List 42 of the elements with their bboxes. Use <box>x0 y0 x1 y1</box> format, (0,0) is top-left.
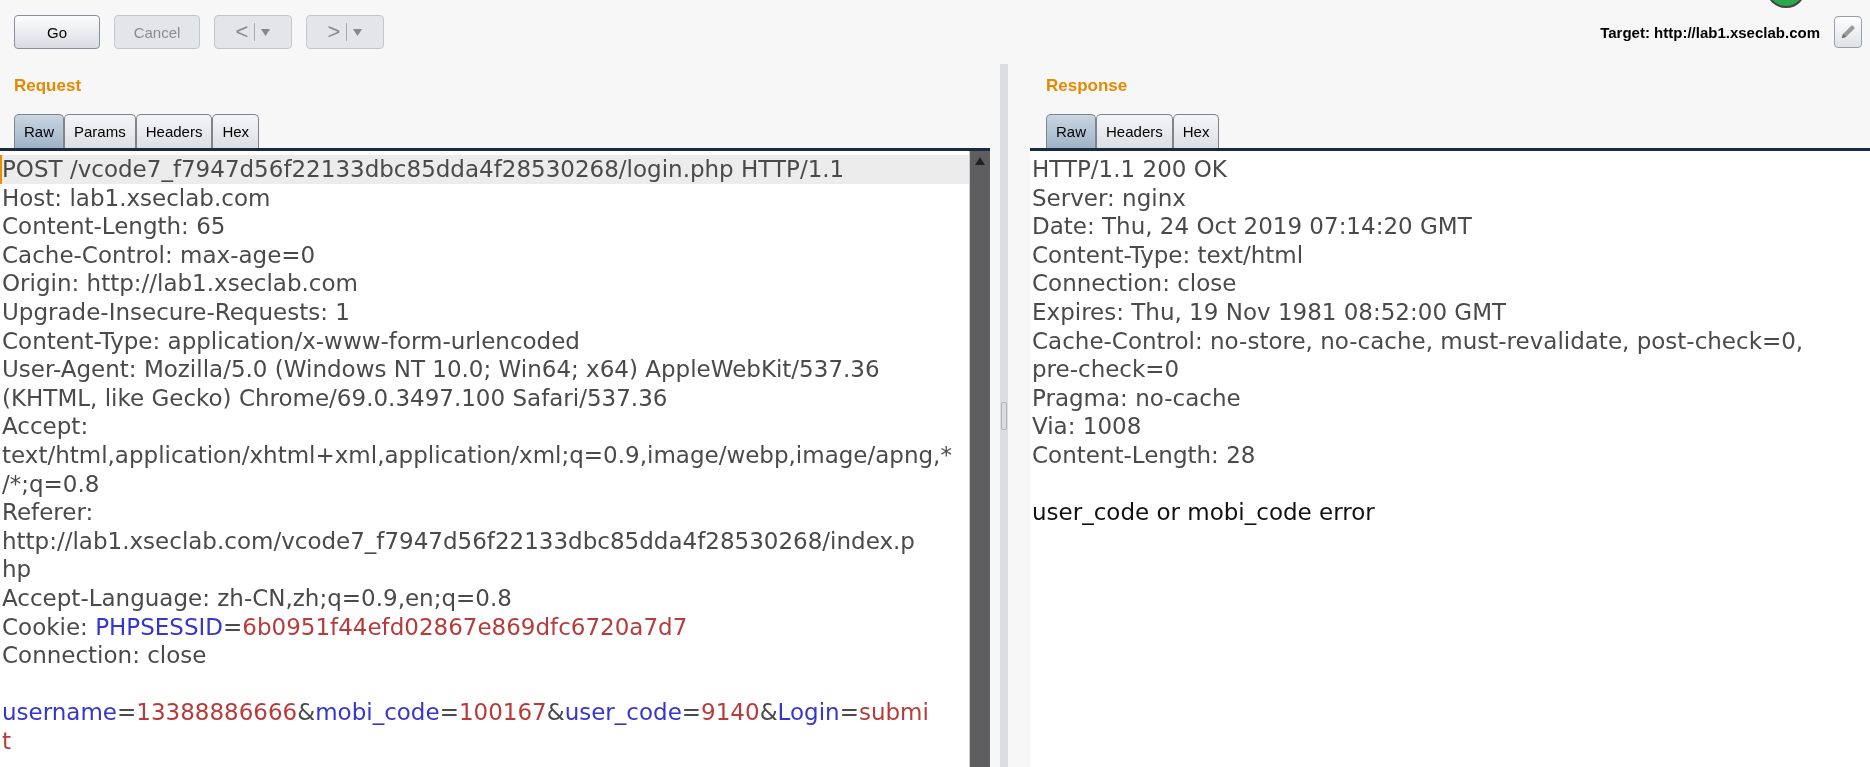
tab[interactable]: Headers <box>135 114 213 148</box>
code-line: username=13388886666&mobi_code=100167&user_code=9140&Login=submi <box>1 698 930 727</box>
code-line: Accept: <box>1 412 90 441</box>
code-line: Referer: <box>1 498 95 527</box>
code-line: text/html,application/xhtml+xml,application/xml;q=0.9,image/webp,image/apng,* <box>1 440 953 470</box>
code-line: user_code or mobi_code error <box>1031 498 1376 527</box>
code-line: Via: 1008 <box>1031 412 1143 441</box>
tab[interactable]: Headers <box>1096 114 1173 148</box>
code-line: Cache-Control: max-age=0 <box>1 240 317 270</box>
code-line: Connection: close <box>1031 269 1238 298</box>
code-line: Server: nginx <box>1031 183 1187 213</box>
code-line: HTTP/1.1 200 OK <box>1031 155 1228 184</box>
code-line: Cache-Control: no-store, no-cache, must-revalidate, post-check=0, <box>1031 326 1805 356</box>
code-line: hp <box>1 555 33 584</box>
panel-title: Request <box>13 75 83 97</box>
code-line: pre-check=0 <box>1031 355 1181 384</box>
code-line: Cookie: PHPSESSID=6b0951f44efd02867e869dfc6720a7d7 <box>1 612 689 642</box>
code-line: http://lab1.xseclab.com/vcode7_f7947d56f22133dbc85dda4f28530268/index.p <box>1 526 916 556</box>
code-line: Date: Thu, 24 Oct 2019 07:14:20 GMT <box>1031 212 1473 241</box>
code-line: (KHTML, like Gecko) Chrome/69.0.3497.100 Safari/537.36 <box>1 383 669 413</box>
code-line: /*;q=0.8 <box>1 469 101 499</box>
toolbar-button[interactable]: Go <box>14 15 100 49</box>
code-line: Accept-Language: zh-CN,zh;q=0.9,en;q=0.8 <box>1 583 513 613</box>
tab[interactable]: Raw <box>14 114 64 148</box>
code-line: Host: lab1.xseclab.com <box>1 183 272 213</box>
target-label: Target: http://lab1.xseclab.com <box>1600 23 1820 41</box>
tab[interactable]: Raw <box>1046 114 1096 148</box>
tab[interactable]: Hex <box>212 114 260 148</box>
code-line: Content-Length: 28 <box>1031 440 1257 470</box>
code-line: Connection: close <box>1 641 208 670</box>
code-line: Content-Type: application/x-www-form-urlencoded <box>1 326 581 356</box>
code-line: Upgrade-Insecure-Requests: 1 <box>1 297 351 327</box>
panel-title: Response <box>1045 75 1129 97</box>
code-line: Expires: Thu, 19 Nov 1981 08:52:00 GMT <box>1031 297 1508 327</box>
tab[interactable]: Params <box>64 114 136 148</box>
code-line: t <box>1 726 13 756</box>
code-line: Pragma: no-cache <box>1031 383 1242 413</box>
code-line: Content-Type: text/html <box>1031 240 1305 270</box>
tab[interactable]: Hex <box>1172 114 1220 148</box>
code-line: Origin: http://lab1.xseclab.com <box>1 269 359 298</box>
code-line: Content-Length: 65 <box>1 212 227 241</box>
code-line: User-Agent: Mozilla/5.0 (Windows NT 10.0; Win64; x64) AppleWebKit/537.36 <box>1 355 881 384</box>
